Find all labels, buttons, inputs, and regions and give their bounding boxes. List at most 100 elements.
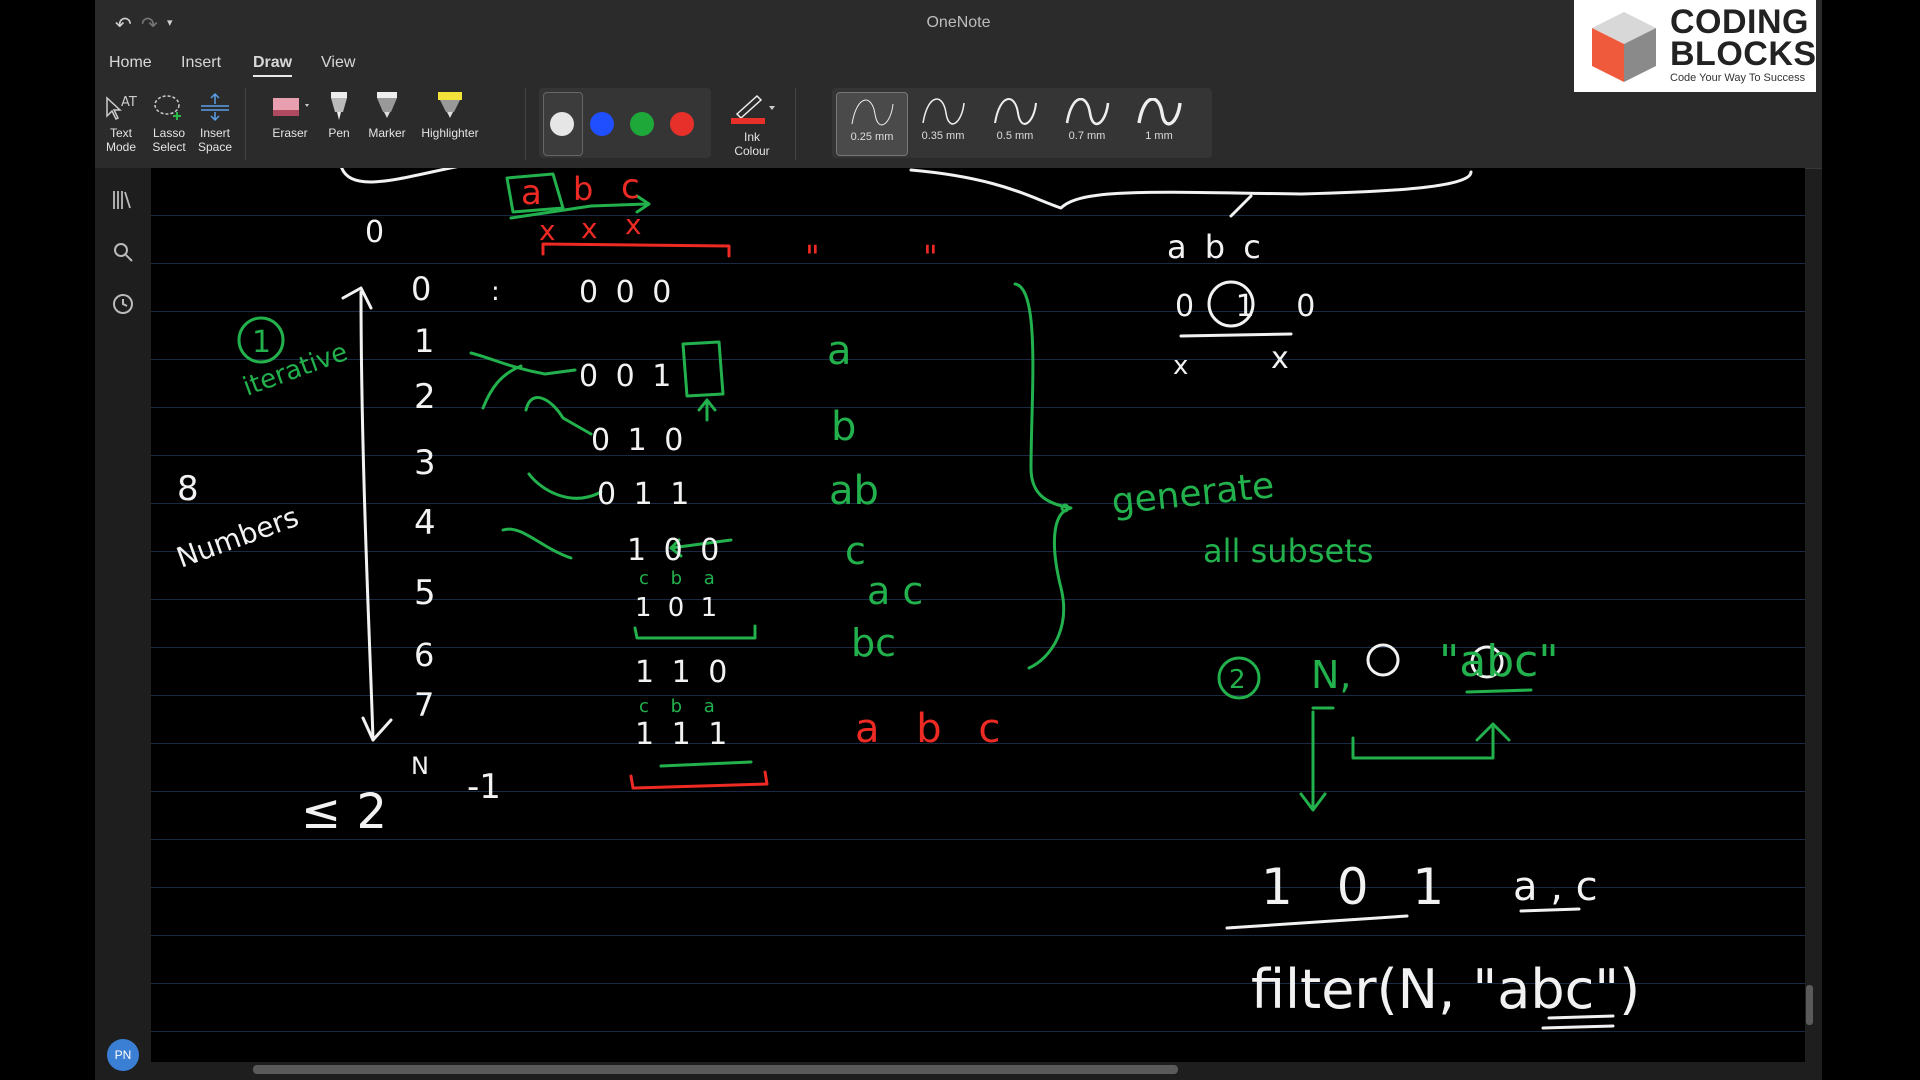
ribbon-separator <box>525 88 526 160</box>
ink-text: : <box>491 277 500 307</box>
highlighter-button[interactable]: Highlighter <box>415 92 485 140</box>
arrow-stroke <box>501 527 573 560</box>
search-icon[interactable] <box>111 240 135 264</box>
marker-label: Marker <box>368 126 406 140</box>
tab-draw[interactable]: Draw <box>253 54 293 77</box>
highlighter-icon <box>438 92 462 118</box>
thickness-025-option[interactable]: 0.25 mm <box>836 92 908 156</box>
text-cursor-icon: AT <box>106 95 137 121</box>
ink-text: a c <box>867 569 923 613</box>
arrow-stroke <box>481 364 523 410</box>
ink-text: a <box>521 173 542 213</box>
handwritten-notes: 0 0 1 2 3 4 5 6 7 : 0 0 0 0 0 1 0 1 0 0 … <box>172 168 1640 1030</box>
ink-text: "abc" <box>1439 636 1559 687</box>
color-blue-swatch[interactable] <box>590 112 614 136</box>
ink-text: c <box>845 529 866 573</box>
ink-text: 1 0 1 <box>635 593 721 623</box>
ink-text: N, <box>1311 653 1352 697</box>
ink-text: x <box>1173 351 1188 381</box>
onenote-window: ↶ ↷ ▾ OneNote Home Insert Draw View AT T… <box>95 0 1822 1080</box>
ink-text: " <box>923 238 938 276</box>
ink-text: -1 <box>467 767 501 807</box>
ink-text: bc <box>851 621 896 665</box>
horizontal-scrollbar[interactable] <box>253 1065 1178 1074</box>
ink-colour-icon <box>731 94 775 124</box>
ink-text: 1 <box>252 325 271 360</box>
ink-text: 0 0 0 <box>579 275 675 310</box>
ink-colour-button[interactable]: Ink Colour <box>725 92 779 158</box>
ink-text: a , c <box>1513 864 1598 910</box>
thickness-1-option[interactable]: 1 mm <box>1124 92 1194 154</box>
marker-icon <box>377 92 397 118</box>
ink-text: 4 <box>414 503 436 543</box>
cube-logo-icon <box>1592 12 1656 82</box>
ink-text: 8 <box>177 469 199 509</box>
ink-text: 0 <box>411 270 431 308</box>
tick-stroke <box>1229 194 1253 218</box>
ink-text: 1 0 0 <box>627 533 723 568</box>
ribbon-separator <box>795 88 796 160</box>
ink-text: a b c <box>1167 228 1265 266</box>
ink-text: 1 0 1 <box>1261 858 1458 916</box>
menu-bar: Home Insert Draw View <box>95 46 1822 82</box>
pen-button[interactable]: Pen <box>321 92 357 140</box>
tab-view[interactable]: View <box>321 54 355 72</box>
brace-stroke <box>909 168 1473 210</box>
brace-stroke <box>340 168 458 184</box>
thickness-07-option[interactable]: 0.7 mm <box>1052 92 1122 154</box>
thickness-label: 0.5 mm <box>996 130 1034 142</box>
ink-text: a <box>827 328 852 374</box>
ink-text: 1 1 0 <box>635 655 731 690</box>
pen-thickness-group: 0.25 mm 0.35 mm 0.5 mm 0.7 mm 1 mm <box>832 88 1212 158</box>
eraser-button[interactable]: Eraser <box>267 92 313 140</box>
color-white-swatch[interactable] <box>550 112 574 136</box>
logo-tagline: Code Your Way To Success <box>1670 72 1806 84</box>
ink-canvas[interactable]: 0 0 1 2 3 4 5 6 7 : 0 0 0 0 0 1 0 1 0 0 … <box>151 168 1805 1062</box>
ink-text: " <box>805 238 820 276</box>
brace-stroke <box>1013 282 1073 670</box>
pen-icon <box>331 92 347 120</box>
thickness-label: 0.7 mm <box>1068 130 1106 142</box>
app-title: OneNote <box>926 14 991 31</box>
lasso-select-button[interactable]: Lasso Select <box>149 92 189 154</box>
arrow-head <box>361 716 393 742</box>
notebooks-icon[interactable] <box>111 188 135 212</box>
arrow-head <box>341 286 373 310</box>
color-red-swatch[interactable] <box>670 112 694 136</box>
text-mode-label: Text Mode <box>105 126 137 154</box>
tab-insert[interactable]: Insert <box>181 54 221 72</box>
draw-ribbon: AT Text Mode Lasso Select Insert Space E… <box>95 82 1822 169</box>
thickness-035-option[interactable]: 0.35 mm <box>908 92 978 154</box>
ink-colour-label: Ink Colour <box>734 130 770 158</box>
text-mode-button[interactable]: AT Text Mode <box>103 92 139 154</box>
thickness-05-option[interactable]: 0.5 mm <box>980 92 1050 154</box>
bracket-stroke <box>629 770 769 790</box>
highlighter-label: Highlighter <box>421 126 479 140</box>
insert-space-label: Insert Space <box>197 126 233 154</box>
ink-text: 0 1 1 <box>597 477 693 512</box>
tab-home[interactable]: Home <box>109 54 152 72</box>
ink-text: generate <box>1110 465 1276 523</box>
insert-space-button[interactable]: Insert Space <box>195 92 235 154</box>
recent-clock-icon[interactable] <box>111 292 135 316</box>
ink-text: 1 1 1 <box>635 717 731 752</box>
ink-text: c b a <box>639 568 723 589</box>
logo-line-2: BLOCKS <box>1670 35 1817 73</box>
avatar[interactable]: PN <box>107 1039 139 1071</box>
arrow-stroke <box>697 398 717 422</box>
title-bar: ↶ ↷ ▾ OneNote <box>95 0 1822 46</box>
arrow-stroke <box>527 472 603 500</box>
stroke-sample-icon <box>1137 98 1182 126</box>
ink-text: a b c <box>855 706 1012 752</box>
bracket-stroke <box>541 242 731 258</box>
vertical-scrollbar[interactable] <box>1806 985 1813 1025</box>
arrow-stroke <box>524 396 593 436</box>
thickness-label: 0.25 mm <box>850 131 894 143</box>
color-green-swatch[interactable] <box>630 112 654 136</box>
ink-text: 0 0 1 <box>579 359 675 394</box>
stroke-sample-icon <box>1065 98 1110 126</box>
ink-text: 7 <box>414 686 434 724</box>
ink-text: b <box>573 170 593 208</box>
marker-button[interactable]: Marker <box>365 92 409 140</box>
coding-blocks-logo: CODING BLOCKS Code Your Way To Success <box>1574 0 1816 92</box>
